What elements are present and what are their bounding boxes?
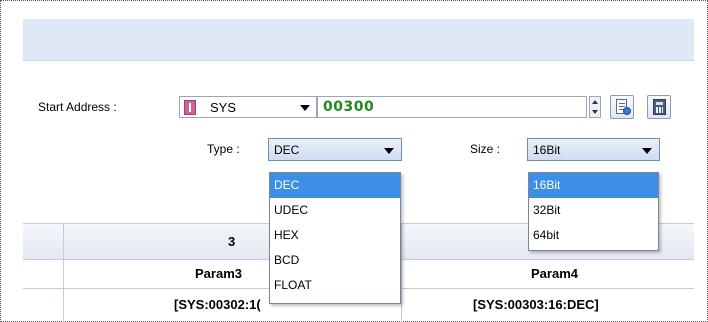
column-divider xyxy=(63,223,64,322)
calculator-button[interactable] xyxy=(647,95,671,119)
type-option-bcd[interactable]: BCD xyxy=(270,248,400,273)
param3-address: [SYS:00302:1( xyxy=(174,297,261,312)
size-option-16bit[interactable]: 16Bit xyxy=(529,173,658,198)
document-badge-icon xyxy=(623,107,631,115)
size-option-64bit[interactable]: 64bit xyxy=(529,223,658,248)
size-select-value: 16Bit xyxy=(533,143,561,157)
document-button[interactable] xyxy=(610,95,634,119)
device-type-icon xyxy=(184,100,196,115)
size-dropdown-list: 16Bit 32Bit 64bit xyxy=(528,172,659,251)
param3-label: Param3 xyxy=(195,266,242,281)
size-label: Size : xyxy=(470,142,501,156)
type-option-float[interactable]: FLOAT xyxy=(270,273,400,298)
type-option-udec[interactable]: UDEC xyxy=(270,198,400,223)
spin-up-icon[interactable] xyxy=(592,100,598,104)
start-address-label: Start Address : xyxy=(38,100,117,114)
address-spinner[interactable] xyxy=(589,96,601,118)
type-select[interactable]: DEC xyxy=(268,138,402,161)
chevron-down-icon[interactable] xyxy=(384,148,394,154)
chevron-down-icon[interactable] xyxy=(642,148,652,154)
column-header-3: 3 xyxy=(228,234,236,249)
start-address-input[interactable]: 00300 xyxy=(317,96,587,118)
type-dropdown-list: DEC UDEC HEX BCD FLOAT xyxy=(269,172,401,304)
type-select-value: DEC xyxy=(274,143,300,157)
type-option-dec[interactable]: DEC xyxy=(270,173,400,198)
param4-label: Param4 xyxy=(531,266,578,281)
header-band xyxy=(23,19,694,61)
calculator-icon xyxy=(653,99,666,115)
type-option-hex[interactable]: HEX xyxy=(270,223,400,248)
column-divider xyxy=(401,223,402,322)
param4-address: [SYS:00303:16:DEC] xyxy=(473,297,599,312)
type-label: Type : xyxy=(207,142,240,156)
start-address-value: 00300 xyxy=(323,99,375,115)
size-select[interactable]: 16Bit xyxy=(527,138,660,161)
size-option-32bit[interactable]: 32Bit xyxy=(529,198,658,223)
device-select[interactable]: SYS xyxy=(179,96,317,118)
spin-down-icon[interactable] xyxy=(592,110,598,114)
chevron-down-icon[interactable] xyxy=(300,105,310,111)
device-select-value: SYS xyxy=(210,100,237,115)
dialog-frame: Start Address : SYS 00300 Type : DEC Siz… xyxy=(0,0,708,322)
